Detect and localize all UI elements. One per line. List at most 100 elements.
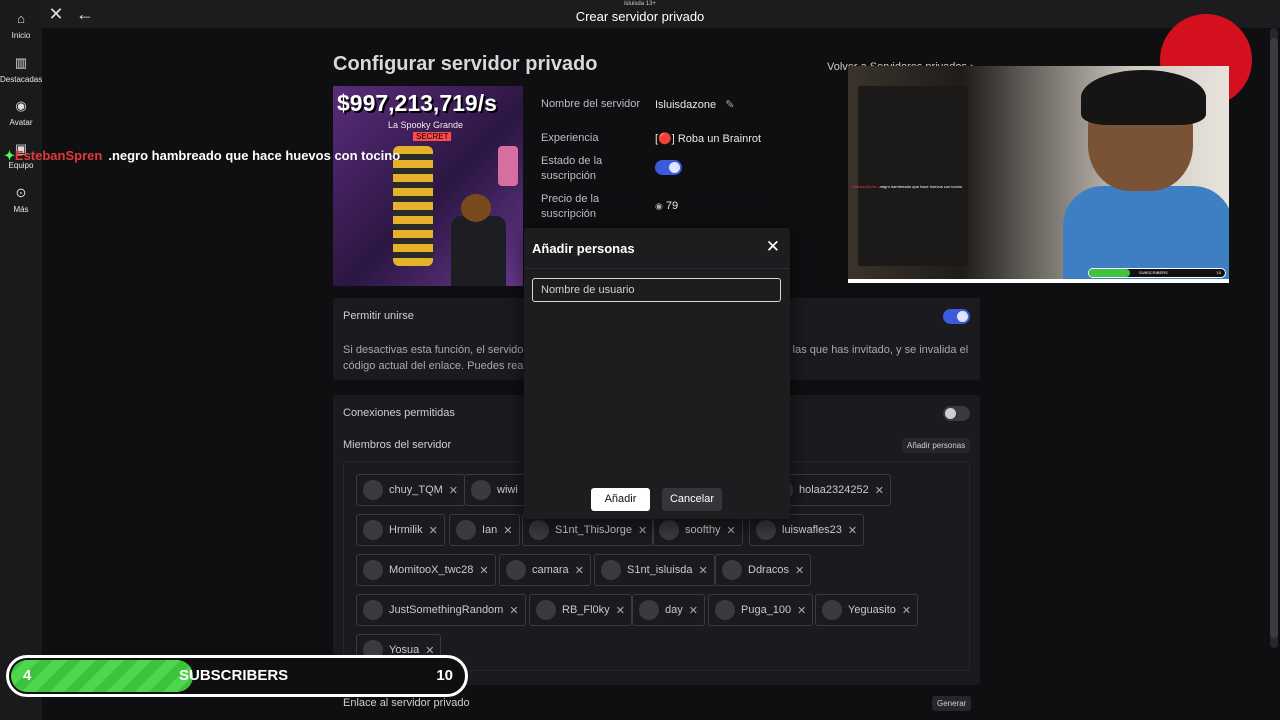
remove-icon[interactable]: ✕: [575, 564, 584, 577]
thumbnail-badge: SECRET: [413, 132, 452, 141]
remove-icon[interactable]: ✕: [503, 524, 512, 537]
webcam-bar-label: SUBSCRIBERS: [1139, 270, 1168, 275]
remove-icon[interactable]: ✕: [689, 604, 698, 617]
member-chip[interactable]: RB_Fl0ky ✕: [529, 594, 632, 626]
subscription-price-label: Precio de la suscripción: [541, 193, 600, 220]
remove-icon[interactable]: ✕: [509, 604, 518, 617]
member-name: Ddracos: [748, 564, 789, 576]
member-chip[interactable]: S1nt_isluisda ✕: [594, 554, 715, 586]
webcam-overlay: EstebanSpren .negro hambreado que hace h…: [848, 66, 1229, 283]
thumbnail-figure: [393, 146, 433, 266]
remove-icon[interactable]: ✕: [449, 484, 458, 497]
connections-toggle[interactable]: [943, 406, 970, 421]
scrollbar[interactable]: [1270, 28, 1278, 648]
member-chip[interactable]: Puga_100 ✕: [708, 594, 814, 626]
sidebar-item-inicio[interactable]: ⌂ Inicio: [0, 10, 42, 40]
scrollbar-thumb[interactable]: [1270, 38, 1278, 638]
member-chip[interactable]: Yeguasito ✕: [815, 594, 919, 626]
subscription-price-value: 79: [665, 200, 679, 212]
webcam-bar-goal: 10: [1216, 270, 1221, 275]
member-name: wiwi: [497, 484, 518, 496]
member-chip[interactable]: camara ✕: [499, 554, 591, 586]
thumbnail-figure: [461, 194, 491, 222]
add-people-dialog: Añadir personas ✕: [524, 228, 790, 519]
remove-icon[interactable]: ✕: [726, 524, 735, 537]
dialog-title: Añadir personas: [532, 241, 635, 256]
thumbnail-figure: [451, 216, 506, 286]
webcam-chat-user: EstebanSpren: [852, 184, 878, 189]
avatar: [756, 520, 776, 540]
more-icon: ⊙: [15, 185, 27, 200]
remove-icon[interactable]: ✕: [848, 524, 857, 537]
sidebar-item-label: Inicio: [11, 31, 31, 40]
server-name-value: Isluisdazone ✎: [655, 98, 734, 111]
experience-thumbnail: $997,213,719/s La Spooky Grande SECRET: [333, 86, 523, 286]
subscription-price: ◉ 79: [655, 200, 678, 212]
sidebar-item-label: Avatar: [9, 118, 33, 127]
add-button[interactable]: Añadir: [591, 488, 650, 511]
avatar: [639, 600, 659, 620]
server-name-label: Nombre del servidor: [541, 98, 641, 110]
thumbnail-caption: La Spooky Grande: [388, 120, 464, 130]
remove-icon[interactable]: ✕: [875, 484, 884, 497]
robux-icon: ◉: [655, 201, 663, 211]
webcam-cap: [1081, 70, 1206, 125]
cancel-button[interactable]: Cancelar: [662, 488, 722, 511]
avatar: [471, 480, 491, 500]
title-bar: ✕ ← isluisda 13+ Crear servidor privado: [0, 0, 1280, 28]
remove-icon[interactable]: ✕: [638, 524, 647, 537]
member-chip[interactable]: JustSomethingRandom ✕: [356, 594, 526, 626]
member-chip[interactable]: Ian ✕: [449, 514, 520, 546]
remove-icon[interactable]: ✕: [698, 564, 707, 577]
sidebar-item-mas[interactable]: ⊙ Más: [0, 184, 42, 214]
username-input[interactable]: [532, 278, 781, 302]
chat-text: .negro hambreado que hace huevos con toc…: [108, 148, 401, 163]
avatar: [363, 480, 383, 500]
remove-icon[interactable]: ✕: [797, 604, 806, 617]
avatar: [601, 560, 621, 580]
remove-icon[interactable]: ✕: [429, 524, 438, 537]
webcam-door: [858, 86, 968, 266]
allow-join-toggle[interactable]: [943, 309, 970, 324]
member-name: Hrmilik: [389, 524, 423, 536]
add-people-button[interactable]: Añadir personas: [902, 438, 971, 453]
window-title: Crear servidor privado: [575, 9, 705, 24]
avatar: [659, 520, 679, 540]
member-chip[interactable]: Ddracos ✕: [715, 554, 812, 586]
subscriber-goal-bar: 4 SUBSCRIBERS 10: [6, 655, 468, 697]
member-chip[interactable]: Hrmilik ✕: [356, 514, 445, 546]
webcam-bar-fill: [1089, 269, 1130, 277]
member-chip[interactable]: day ✕: [632, 594, 705, 626]
experience-value[interactable]: [🔴] Roba un Brainrot: [655, 132, 761, 145]
subscriber-progress-fill: [11, 660, 194, 692]
member-name: Yeguasito: [848, 604, 896, 616]
avatar: [529, 520, 549, 540]
member-name: S1nt_isluisda: [627, 564, 693, 576]
remove-icon[interactable]: ✕: [902, 604, 911, 617]
member-name: Ian: [482, 524, 498, 536]
divider: [524, 268, 790, 269]
subscriber-current: 4: [23, 667, 32, 684]
close-icon[interactable]: ✕: [766, 237, 780, 257]
edit-icon[interactable]: ✎: [725, 99, 734, 111]
sidebar-item-avatar[interactable]: ◉ Avatar: [0, 97, 42, 127]
member-chip[interactable]: MomitooX_twc28 ✕: [356, 554, 496, 586]
sidebar-item-label: Más: [13, 205, 29, 214]
member-name: camara: [532, 564, 569, 576]
subscriber-goal: 10: [436, 667, 453, 684]
avatar: [456, 520, 476, 540]
sparkle-icon: ✦: [4, 148, 15, 163]
remove-icon[interactable]: ✕: [479, 564, 488, 577]
avatar: [363, 560, 383, 580]
subscription-toggle[interactable]: [655, 160, 682, 175]
avatar: [722, 560, 742, 580]
remove-icon[interactable]: ✕: [616, 604, 625, 617]
member-chip[interactable]: chuy_TQM ✕: [356, 474, 466, 506]
allow-join-label: Permitir unirse: [343, 310, 414, 322]
page-title: Configurar servidor privado: [333, 53, 598, 75]
generate-link-button[interactable]: Generar: [932, 696, 972, 711]
member-name: soofthy: [685, 524, 721, 536]
remove-icon[interactable]: ✕: [795, 564, 804, 577]
sidebar-item-destacadas[interactable]: ▥ Destacadas: [0, 54, 42, 84]
member-name: MomitooX_twc28: [389, 564, 474, 576]
